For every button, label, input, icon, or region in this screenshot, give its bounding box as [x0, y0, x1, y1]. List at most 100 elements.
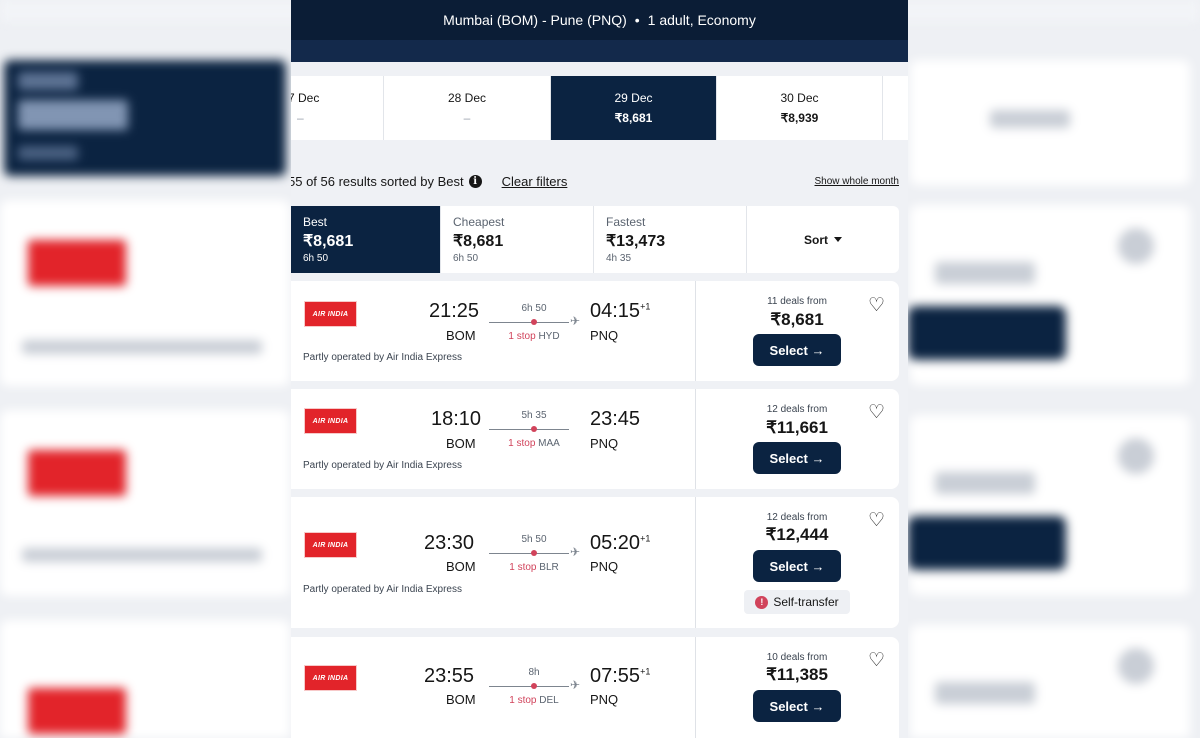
tab-label: Fastest [606, 215, 646, 229]
tab-price: ₹8,681 [453, 233, 504, 250]
heart-icon[interactable]: ♡ [868, 296, 885, 315]
bg-shape [22, 340, 262, 354]
route-line [489, 553, 569, 554]
flight-duration: 5h 35 [521, 410, 547, 421]
route-line [489, 686, 569, 687]
tab-cheapest[interactable]: Cheapest ₹8,681 6h 50 [441, 206, 594, 273]
results-summary: 55 of 56 results sorted by Best i Clear … [291, 171, 908, 191]
select-button[interactable]: Select → [753, 550, 841, 582]
bg-shape [1118, 228, 1154, 264]
departure-airport: BOM [446, 328, 476, 343]
header-strip [291, 40, 908, 62]
sort-tabs: Best ₹8,681 6h 50 Cheapest ₹8,681 6h 50 … [291, 206, 899, 273]
arrival-time: 05:20+1 [590, 532, 650, 555]
flight-card[interactable]: AIR INDIA 18:10 BOM 5h 35 1 stop MAA 23:… [291, 389, 899, 489]
date-label: 28 Dec [447, 91, 487, 105]
sort-dropdown[interactable]: Sort [747, 206, 899, 273]
stop-dot [531, 550, 537, 556]
arrival-airport: PNQ [590, 692, 619, 707]
flight-card[interactable]: AIR INDIA 21:25 BOM 6h 50 ✈ 1 stop HYD 0… [291, 281, 899, 381]
tab-price: ₹8,681 [303, 233, 354, 250]
tab-best[interactable]: Best ₹8,681 6h 50 [291, 206, 441, 273]
flight-card[interactable]: AIR INDIA 23:55 BOM 8h ✈ 1 stop DEL 07:5… [291, 637, 899, 738]
flight-duration: 8h [528, 667, 540, 678]
heart-icon[interactable]: ♡ [868, 403, 885, 422]
info-icon[interactable]: i [468, 174, 482, 188]
airline-logo: AIR INDIA [304, 532, 357, 558]
self-transfer-badge[interactable]: ! Self-transfer [744, 590, 850, 614]
departure-time: 23:55 [424, 665, 475, 687]
flight-card[interactable]: AIR INDIA 23:30 BOM 5h 50 ✈ 1 stop BLR 0… [291, 497, 899, 628]
stop-info: 1 stop HYD [489, 331, 579, 342]
tab-price: ₹13,473 [606, 233, 666, 250]
bg-button [908, 516, 1066, 570]
travellers-text: 1 adult, Economy [647, 12, 756, 28]
stop-count: 1 stop [508, 438, 536, 449]
stop-info: 1 stop MAA [489, 438, 579, 449]
day-offset: +1 [640, 301, 651, 312]
date-cell[interactable] [883, 76, 908, 140]
route-line [489, 322, 569, 323]
airline-logo: AIR INDIA [304, 301, 357, 327]
results-count: 55 of 56 results sorted by Best [291, 173, 464, 189]
date-cell[interactable]: 28 Dec – [384, 76, 551, 140]
bg-shape [18, 72, 78, 90]
separator-dot: • [634, 12, 640, 28]
self-transfer-label: Self-transfer [773, 595, 839, 609]
heart-icon[interactable]: ♡ [868, 511, 885, 530]
stop-airport: DEL [539, 695, 559, 706]
bg-logo [28, 450, 126, 496]
route-line [489, 429, 569, 430]
select-button[interactable]: Select → [753, 690, 841, 722]
bg-shape [18, 146, 78, 160]
bg-shape [935, 472, 1035, 494]
date-cell-selected[interactable]: 29 Dec ₹8,681 [551, 76, 717, 140]
plane-icon: ✈ [570, 545, 581, 559]
arrival-time: 07:55+1 [590, 665, 650, 688]
day-offset: +1 [640, 666, 651, 677]
operated-by: Partly operated by Air India Express [303, 352, 462, 363]
tab-fastest[interactable]: Fastest ₹13,473 4h 35 [594, 206, 747, 273]
arrival-airport: PNQ [590, 559, 619, 574]
tab-duration: 4h 35 [606, 253, 632, 264]
search-summary-header[interactable]: Mumbai (BOM) - Pune (PNQ) • 1 adult, Eco… [291, 0, 908, 40]
bg-shape [935, 262, 1035, 284]
heart-icon[interactable]: ♡ [868, 651, 885, 670]
show-whole-month-link[interactable]: Show whole month [815, 176, 900, 187]
flight-duration: 5h 50 [521, 534, 547, 545]
operated-by: Partly operated by Air India Express [303, 584, 462, 595]
sort-label: Sort [804, 232, 828, 247]
arrival-time-value: 23:45 [590, 408, 641, 430]
arrival-time-value: 04:15 [590, 300, 641, 322]
departure-airport: BOM [446, 559, 476, 574]
stop-dot [531, 426, 537, 432]
stop-count: 1 stop [509, 562, 537, 573]
bg-shape [935, 682, 1035, 704]
bg-shape [18, 100, 128, 130]
select-button[interactable]: Select → [753, 442, 841, 474]
bg-card [0, 200, 290, 386]
stop-airport: BLR [539, 562, 559, 573]
alert-icon: ! [755, 595, 769, 609]
date-label: 7 Dec [291, 91, 320, 105]
route-text: Mumbai (BOM) - Pune (PNQ) [443, 12, 627, 28]
stop-count: 1 stop [509, 695, 537, 706]
flight-itinerary: AIR INDIA 23:30 BOM 5h 50 ✈ 1 stop BLR 0… [291, 497, 696, 628]
date-price: ₹8,939 [780, 111, 819, 125]
date-cell[interactable]: 30 Dec ₹8,939 [717, 76, 883, 140]
flight-pricing: 11 deals from ₹8,681 Select → ♡ [696, 281, 899, 381]
arrival-time: 04:15+1 [590, 300, 650, 323]
airline-logo: AIR INDIA [304, 665, 357, 691]
bg-logo [28, 688, 126, 734]
date-price: – [463, 111, 471, 125]
departure-airport: BOM [446, 692, 476, 707]
flight-duration: 6h 50 [521, 303, 547, 314]
airline-logo: AIR INDIA [304, 408, 357, 434]
departure-time: 18:10 [431, 408, 482, 430]
stop-airport: HYD [538, 331, 560, 342]
clear-filters-link[interactable]: Clear filters [502, 174, 568, 189]
bg-shape [990, 110, 1070, 128]
select-button[interactable]: Select → [753, 334, 841, 366]
date-cell[interactable]: 7 Dec – [291, 76, 384, 140]
flight-itinerary: AIR INDIA 21:25 BOM 6h 50 ✈ 1 stop HYD 0… [291, 281, 696, 381]
